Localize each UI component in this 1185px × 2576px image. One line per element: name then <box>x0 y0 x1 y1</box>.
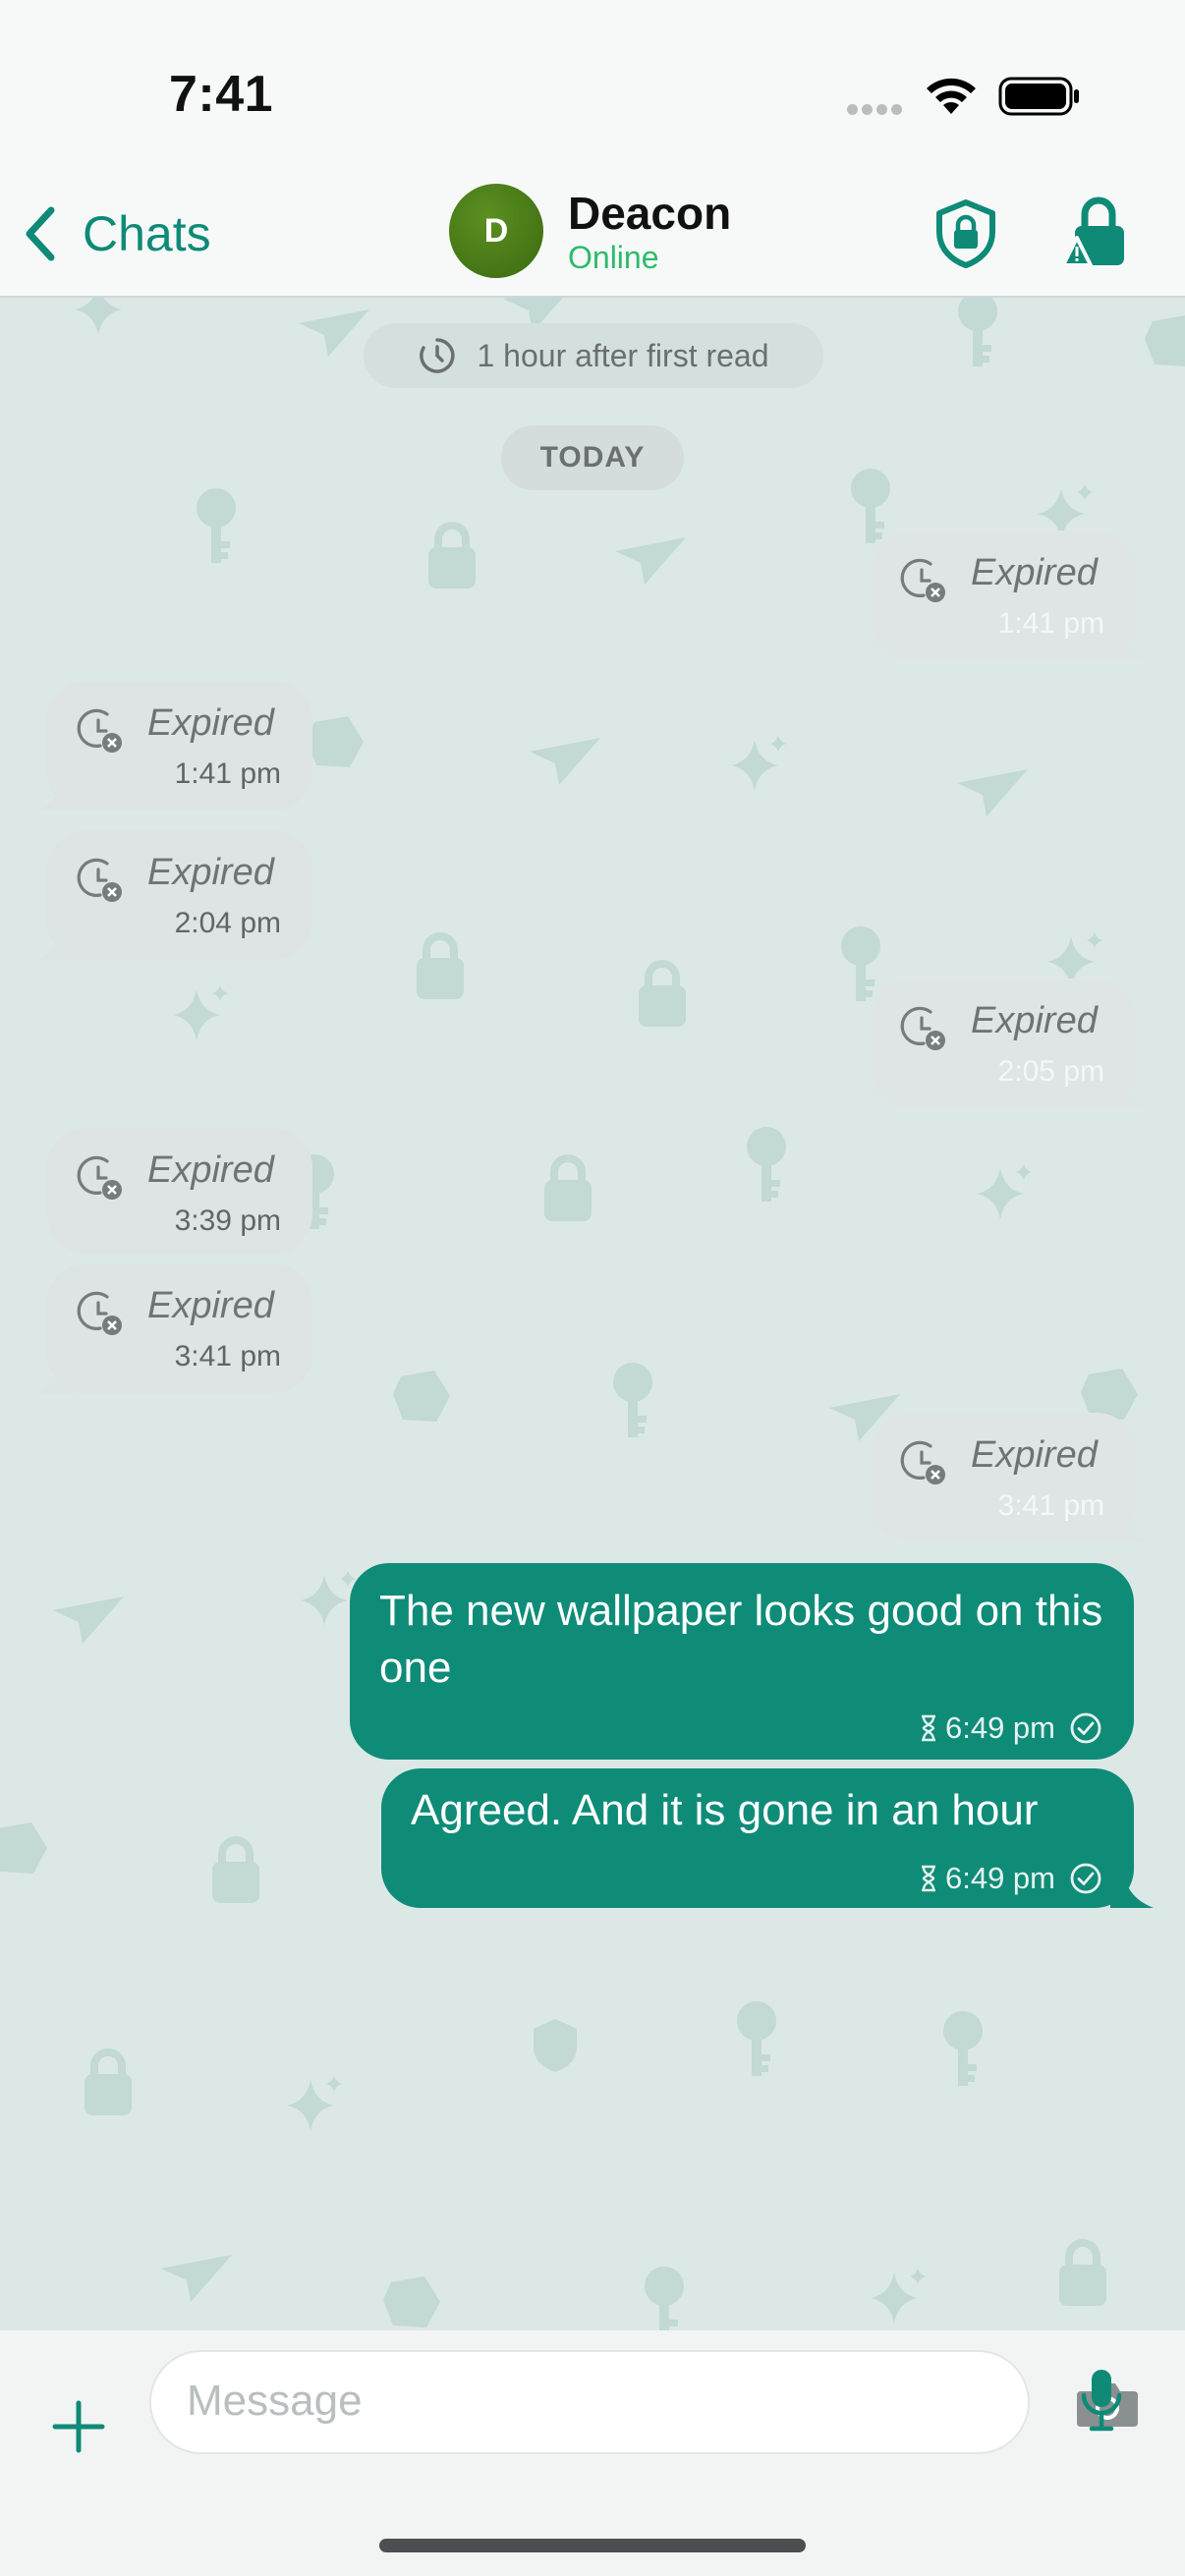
bubble-tail <box>37 924 77 960</box>
expired-clock-icon <box>900 558 945 602</box>
back-label: Chats <box>83 206 211 261</box>
message-input[interactable] <box>187 2352 933 2450</box>
bubble-tail <box>1106 621 1150 660</box>
message-bubble-expired-incoming[interactable]: Expired 3:39 pm <box>47 1128 312 1254</box>
bubble-tail <box>1106 1503 1150 1542</box>
contact-name[interactable]: Deacon <box>568 187 731 240</box>
message-input-container[interactable] <box>149 2350 1138 2454</box>
message-text: The new wallpaper looks good on this one <box>379 1587 1103 1692</box>
message-meta: 6:49 pm <box>920 1861 1102 1896</box>
message-time: 3:41 pm <box>997 1489 1104 1522</box>
back-button[interactable]: Chats <box>22 198 211 269</box>
cellular-signal-icon <box>847 102 906 120</box>
chat-area[interactable]: 1 hour after first read TODAY Expired 1:… <box>0 298 1185 2331</box>
home-indicator[interactable] <box>379 2539 806 2552</box>
mic-icon[interactable] <box>1079 2368 1124 2435</box>
shield-lock-icon[interactable] <box>933 198 998 269</box>
message-bubble-expired-outgoing[interactable]: Expired 2:05 pm <box>871 979 1150 1108</box>
read-check-icon <box>1070 1863 1101 1894</box>
bubble-tail <box>1110 1869 1154 1908</box>
bubble-tail <box>1106 1069 1150 1108</box>
message-bubble-expired-incoming[interactable]: Expired 1:41 pm <box>37 681 312 811</box>
expired-label: Expired <box>147 1149 274 1191</box>
expired-label: Expired <box>147 852 274 893</box>
hourglass-icon <box>921 1714 935 1742</box>
message-bubble-outgoing[interactable]: The new wallpaper looks good on this one… <box>350 1563 1134 1760</box>
message-bubble-expired-outgoing[interactable]: Expired 3:41 pm <box>871 1413 1150 1542</box>
hourglass-icon <box>921 1865 935 1892</box>
expired-clock-icon <box>77 1291 122 1335</box>
expired-clock-icon <box>77 1155 122 1200</box>
battery-icon <box>998 77 1079 116</box>
message-time: 3:41 pm <box>174 1340 281 1372</box>
message-meta: 6:49 pm <box>920 1710 1102 1746</box>
message-bubble-expired-incoming[interactable]: Expired 3:41 pm <box>37 1263 312 1393</box>
expired-clock-icon <box>77 858 122 902</box>
expired-label: Expired <box>971 1434 1098 1476</box>
message-bubble-expired-outgoing[interactable]: Expired 1:41 pm <box>871 531 1150 660</box>
contact-status: Online <box>568 240 659 275</box>
message-bubble-expired-incoming[interactable]: Expired 2:04 pm <box>37 830 312 960</box>
wifi-icon <box>927 78 976 114</box>
lock-warning-icon[interactable] <box>1061 193 1132 273</box>
bubble-tail <box>37 1358 77 1393</box>
message-time: 1:41 pm <box>174 757 281 790</box>
avatar[interactable]: D <box>449 184 543 278</box>
message-time: 2:05 pm <box>997 1055 1104 1088</box>
message-time: 6:49 pm <box>944 1710 1055 1745</box>
chevron-left-icon <box>26 206 55 261</box>
message-bubble-outgoing[interactable]: Agreed. And it is gone in an hour 6:49 p… <box>381 1768 1154 1908</box>
expired-label: Expired <box>971 1000 1098 1041</box>
expired-label: Expired <box>147 702 274 744</box>
timer-icon <box>420 338 456 373</box>
expired-clock-icon <box>77 708 122 753</box>
expired-label: Expired <box>147 1285 274 1326</box>
date-separator: TODAY <box>501 425 684 490</box>
status-time: 7:41 <box>169 66 274 123</box>
message-time: 6:49 pm <box>944 1861 1055 1895</box>
expired-clock-icon <box>900 1006 945 1050</box>
disappearing-timer-notice[interactable]: 1 hour after first read <box>364 323 823 388</box>
bubble-tail <box>37 775 77 811</box>
read-check-icon <box>1070 1712 1101 1744</box>
message-time: 2:04 pm <box>174 907 281 939</box>
message-time: 1:41 pm <box>997 607 1104 640</box>
message-text: Agreed. And it is gone in an hour <box>411 1786 1039 1834</box>
plus-icon[interactable] <box>49 2397 108 2456</box>
message-time: 3:39 pm <box>174 1204 281 1237</box>
expired-clock-icon <box>900 1440 945 1484</box>
status-bar: 7:41 <box>0 0 1185 177</box>
timer-notice-text: 1 hour after first read <box>477 337 769 373</box>
chat-header: Chats D Deacon Online <box>0 177 1185 297</box>
expired-label: Expired <box>971 552 1098 593</box>
